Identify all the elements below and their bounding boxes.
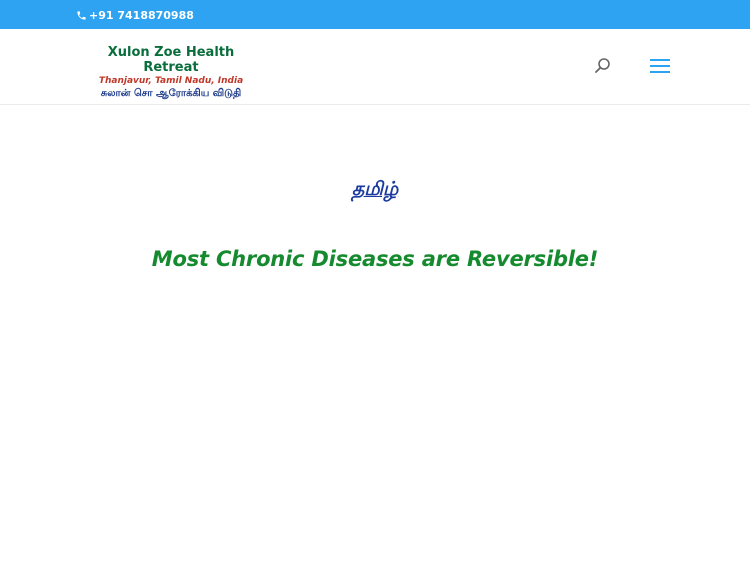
- site-logo[interactable]: Xulon Zoe Health Retreat Thanjavur, Tami…: [81, 45, 261, 99]
- logo-title: Xulon Zoe Health Retreat: [107, 45, 235, 75]
- phone-icon: [77, 10, 86, 20]
- site-header: Xulon Zoe Health Retreat Thanjavur, Tami…: [0, 29, 750, 104]
- logo-location: Thanjavur, Tamil Nadu, India: [98, 76, 244, 86]
- menu-button[interactable]: [648, 57, 672, 75]
- search-icon: [595, 58, 610, 73]
- page-headline: Most Chronic Diseases are Reversible!: [151, 247, 599, 271]
- top-bar: +91 7418870988: [0, 0, 750, 29]
- tamil-language-link[interactable]: தமிழ்: [0, 178, 750, 203]
- hamburger-menu-icon: [650, 59, 670, 73]
- logo-tamil-name: சுலான் சொ ஆரோக்கிய விடுதி: [100, 88, 242, 99]
- phone-link[interactable]: +91 7418870988: [76, 8, 194, 22]
- phone-number: +91 7418870988: [89, 8, 194, 22]
- search-button[interactable]: [594, 57, 612, 75]
